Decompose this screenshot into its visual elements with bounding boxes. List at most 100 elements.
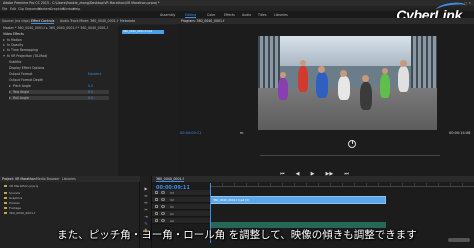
mute-icon[interactable]: [161, 212, 165, 215]
menu-clip[interactable]: Clip: [18, 7, 24, 11]
yaw-angle-value[interactable]: 0.0: [88, 90, 93, 94]
effect-controls-tabs: Source: (no clips) Effect Controls Audio…: [0, 18, 178, 24]
project-tabs: Project: VR Marathon Media Browser Libra…: [0, 176, 140, 182]
track-header-a1[interactable]: A1: [152, 211, 210, 217]
eye-icon[interactable]: [161, 191, 165, 194]
video-runner-head: [300, 60, 306, 66]
workspace-titles[interactable]: Titles: [258, 13, 267, 17]
property-output-format[interactable]: Output Format: [9, 72, 32, 76]
eye-icon[interactable]: [161, 198, 165, 201]
track-select-tool-icon[interactable]: ⇔: [143, 193, 149, 198]
tab-audio-track-mixer[interactable]: Audio Track Mixer: 360_0040_0001-f: [60, 19, 118, 23]
track-label: A2: [170, 219, 174, 223]
workspace-color[interactable]: Color: [207, 13, 215, 17]
track-header-a2[interactable]: A2: [152, 218, 210, 224]
property-subtitle: Subtitle: [9, 60, 22, 64]
menu-help[interactable]: Help: [73, 7, 80, 11]
mini-timeline-clip[interactable]: 360_0040_0001-f.mp4: [122, 30, 164, 34]
track-label: V3: [170, 191, 174, 195]
program-timecode-current[interactable]: 00:00:09:11: [180, 131, 201, 135]
program-monitor-header: Program: 360_0040_0001-f: [178, 18, 474, 24]
property-opacity[interactable]: fx Opacity: [3, 43, 23, 47]
workspace-audio[interactable]: Audio: [242, 13, 251, 17]
bin-clip[interactable]: 360_0040_0001-f: [4, 211, 35, 215]
menu-edit[interactable]: Edit: [10, 7, 16, 11]
zoom-fit-select[interactable]: Fit: [240, 131, 244, 135]
lock-icon[interactable]: [155, 212, 158, 215]
vr-compass-icon[interactable]: [348, 140, 356, 148]
tab-libraries[interactable]: Libraries: [62, 177, 76, 181]
output-format-value[interactable]: Equirect: [88, 72, 101, 76]
timeline-tabs: 360_0040_0001-f: [152, 176, 474, 182]
tab-source[interactable]: Source: (no clips): [2, 19, 30, 23]
lock-icon[interactable]: [155, 219, 158, 222]
property-yaw-angle[interactable]: Yaw Angle: [9, 90, 109, 94]
mini-clip-label: 360_0040_0001-f.mp4: [123, 30, 153, 33]
window-title: Adobe Premiere Pro CC 2015 - C:\Users\fr…: [3, 1, 160, 5]
workspace-libraries[interactable]: Libraries: [274, 13, 288, 17]
ripple-edit-tool-icon[interactable]: ↔: [143, 200, 149, 205]
track-label: A1: [170, 212, 174, 216]
menu-file[interactable]: File: [2, 7, 7, 11]
roll-angle-value[interactable]: 0.0: [88, 96, 93, 100]
mute-icon[interactable]: [161, 219, 165, 222]
property-time-remapping[interactable]: fx Time Remapping: [3, 48, 38, 52]
project-file[interactable]: VR Marathon.prproj: [4, 184, 38, 188]
program-timecode-duration: 00:00:14:06: [449, 131, 471, 135]
tab-media-browser[interactable]: Media Browser: [36, 177, 60, 181]
workspace-assembly[interactable]: Assembly: [160, 13, 175, 17]
clip-path: Master * 360_0040_0001-f ▸ 360_0040_0001…: [3, 26, 109, 30]
lock-icon[interactable]: [155, 198, 158, 201]
video-runner: [380, 74, 390, 98]
program-video-frame[interactable]: [258, 36, 437, 130]
menu-markers[interactable]: Markers: [38, 7, 51, 11]
tutorial-subtitle: また、ピッチ角・ヨー角・ロール角 を調整して、映像の傾きも調整できます: [57, 229, 417, 241]
eye-icon[interactable]: [161, 205, 165, 208]
lock-icon[interactable]: [155, 205, 158, 208]
video-runner-head: [340, 70, 347, 77]
tab-sequence[interactable]: 360_0040_0001-f: [156, 177, 184, 182]
slip-tool-icon[interactable]: ⇥: [143, 214, 149, 219]
bin-proxies[interactable]: Proxies: [4, 201, 20, 205]
bin-footage[interactable]: Footage: [4, 206, 21, 210]
clip-label: 360_0040_0001-f.mp4 [V]: [213, 198, 250, 202]
program-scrub-bar[interactable]: [260, 155, 440, 156]
video-runner-head: [280, 72, 286, 78]
timeline-ruler[interactable]: [210, 183, 474, 187]
video-runner-head: [318, 66, 325, 73]
timeline-video-clip[interactable]: 360_0040_0001-f.mp4 [V]: [210, 196, 386, 204]
tab-metadata[interactable]: Metadata: [120, 19, 135, 23]
workspace-effects[interactable]: Effects: [224, 13, 235, 17]
effect-controls-mini-timeline[interactable]: [118, 25, 178, 176]
video-runner-head: [400, 60, 407, 67]
razor-tool-icon[interactable]: ✂: [143, 207, 149, 212]
video-runner: [316, 72, 328, 98]
video-runner: [278, 78, 288, 100]
video-runner: [338, 76, 350, 100]
track-header-v3[interactable]: V3: [152, 190, 210, 196]
property-display-options[interactable]: Display Effect Options: [9, 66, 44, 70]
tab-project[interactable]: Project: VR Marathon: [2, 177, 36, 181]
selection-tool-icon[interactable]: ▶: [143, 186, 149, 191]
property-pitch-angle[interactable]: Pitch Angle: [9, 84, 31, 88]
track-label: V2: [170, 198, 174, 202]
bin-sounds[interactable]: Sounds: [4, 191, 20, 195]
video-runner-head: [382, 68, 388, 74]
section-video-effects: Video Effects: [3, 32, 24, 36]
track-header-v2[interactable]: V2: [152, 197, 210, 203]
property-vr-projection[interactable]: fx VR Projection (TA-Mod): [3, 54, 47, 58]
property-roll-angle[interactable]: Roll Angle: [9, 96, 109, 100]
track-label: V1: [170, 205, 174, 209]
workspace-editing[interactable]: Editing: [185, 13, 197, 18]
lock-icon[interactable]: [155, 191, 158, 194]
property-motion[interactable]: fx Motion: [3, 38, 22, 42]
program-monitor-title[interactable]: Program: 360_0040_0001-f: [181, 19, 224, 23]
tab-effect-controls[interactable]: Effect Controls: [31, 19, 55, 24]
bin-graphics[interactable]: Graphics: [4, 196, 22, 200]
video-runner-head: [362, 75, 369, 82]
transport-controls: ⏮ ◀ ▶ ▶▶ ⏭: [280, 160, 400, 177]
pitch-angle-value[interactable]: 0.0: [88, 84, 93, 88]
video-runner: [298, 66, 308, 92]
property-output-depth[interactable]: Output Format Depth: [9, 78, 43, 82]
track-header-v1[interactable]: V1: [152, 204, 210, 210]
